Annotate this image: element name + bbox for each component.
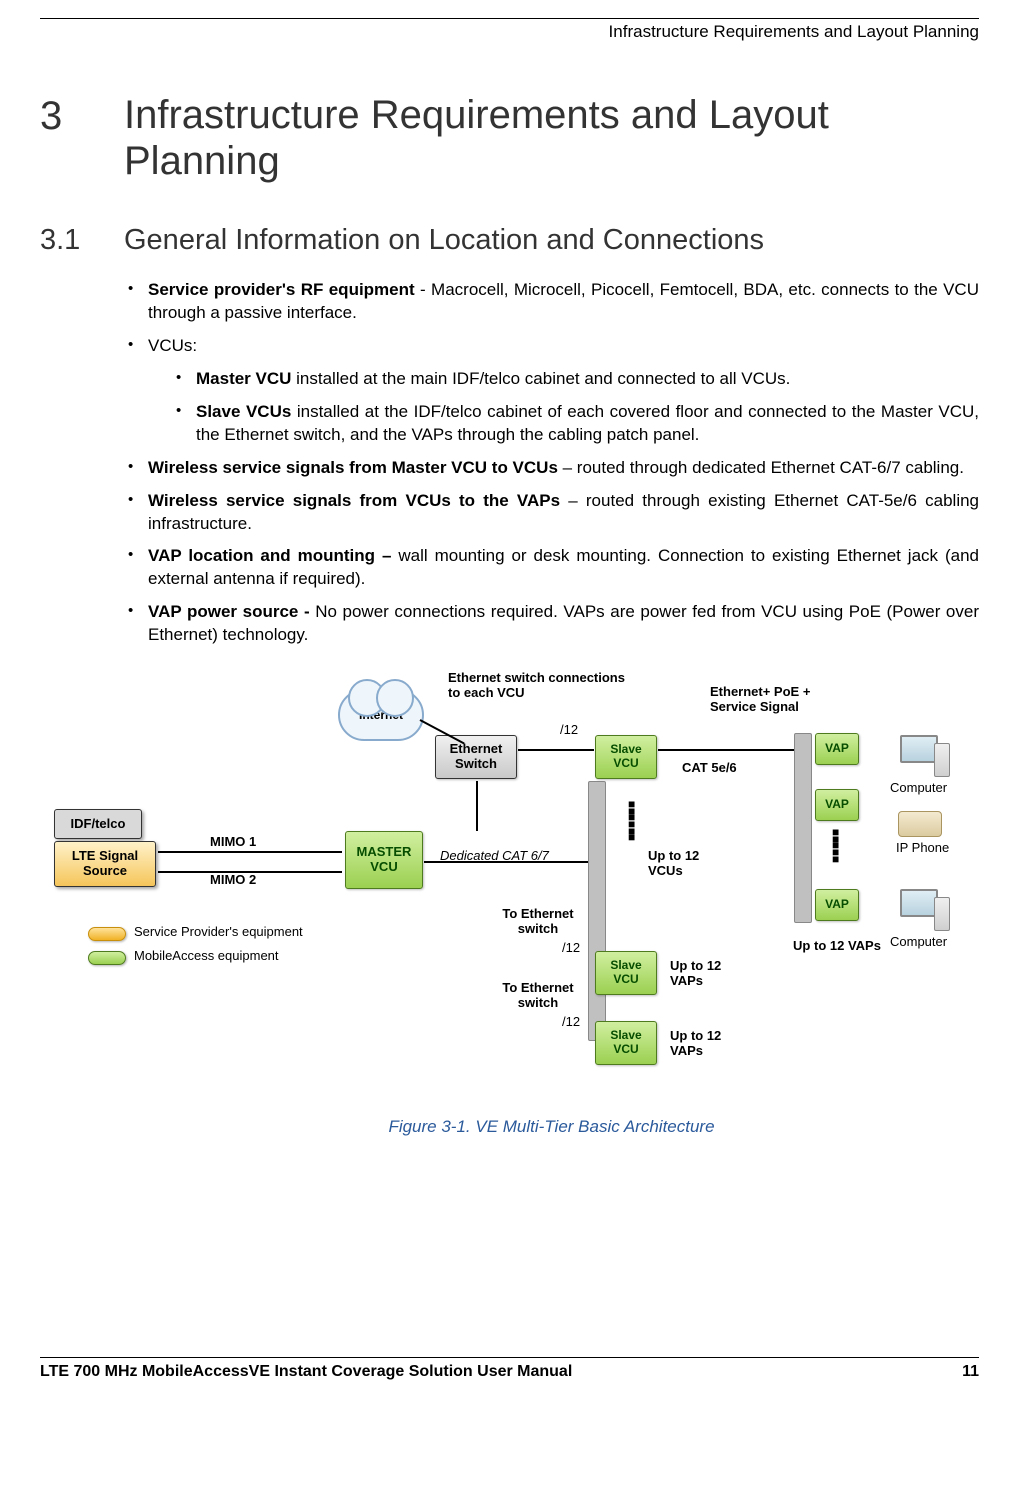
computer-icon: [894, 735, 944, 779]
vertical-dots-icon: ■■■■■■: [628, 801, 635, 841]
chapter-heading: 3 Infrastructure Requirements and Layout…: [40, 92, 979, 184]
vertical-dots-icon: ■■■■■: [832, 829, 839, 862]
to-eth-label: To Ethernet switch: [488, 981, 588, 1011]
connector-line: [424, 861, 590, 863]
bullet-bold: VAP power source -: [148, 602, 310, 621]
port-label: /12: [560, 723, 578, 738]
legend-pill-icon: [88, 927, 126, 941]
vap-label: VAP: [825, 742, 849, 756]
bus-bar-icon: [588, 781, 606, 1041]
bullet-text: VCUs:: [148, 336, 197, 355]
vap-box: VAP: [815, 733, 859, 765]
slave-vcu-box: Slave VCU: [595, 951, 657, 995]
upto12vcus-label: Up to 12 VCUs: [648, 849, 718, 879]
vap-label: VAP: [825, 798, 849, 812]
slave-vcu-box: Slave VCU: [595, 735, 657, 779]
computer-icon: [894, 889, 944, 933]
ethernet-switch-label: Ethernet Switch: [436, 742, 516, 772]
slave-vcu-label: Slave VCU: [596, 743, 656, 771]
legend-pill-icon: [88, 951, 126, 965]
computer-label: Computer: [890, 781, 947, 796]
ip-phone-label: IP Phone: [896, 841, 949, 856]
bullet-bold: Wireless service signals from Master VCU…: [148, 458, 558, 477]
upto12vaps-label: Up to 12 VAPs: [782, 939, 892, 954]
section-title: General Information on Location and Conn…: [124, 224, 764, 257]
list-item: VAP location and mounting – wall mountin…: [124, 545, 979, 591]
list-item: Service provider's RF equipment - Macroc…: [124, 279, 979, 325]
ip-phone-icon: [898, 811, 942, 837]
bullet-rest: installed at the IDF/telco cabinet of ea…: [196, 402, 979, 444]
connector-line: [518, 749, 594, 751]
figure-caption: Figure 3-1. VE Multi-Tier Basic Architec…: [124, 1117, 979, 1137]
eth-poe-label: Ethernet+ PoE + Service Signal: [710, 685, 850, 715]
master-vcu-label: MASTER VCU: [346, 845, 422, 875]
internet-label: Internet: [359, 708, 403, 722]
footer-manual-title: LTE 700 MHz MobileAccessVE Instant Cover…: [40, 1363, 572, 1381]
eth-switch-conn-label: Ethernet switch connections to each VCU: [448, 671, 638, 701]
connector-line: [658, 749, 808, 751]
bullet-list: Service provider's RF equipment - Macroc…: [124, 279, 979, 647]
list-item: Master VCU installed at the main IDF/tel…: [172, 368, 979, 391]
port-label: /12: [562, 941, 580, 956]
list-item: Wireless service signals from Master VCU…: [124, 457, 979, 480]
bullet-bold: Wireless service signals from VCUs to th…: [148, 491, 560, 510]
upto12vaps-label: Up to 12 VAPs: [670, 959, 750, 989]
list-item: VCUs: Master VCU installed at the main I…: [124, 335, 979, 447]
internet-cloud-icon: Internet: [338, 689, 424, 741]
bullet-bold: VAP location and mounting –: [148, 546, 391, 565]
nested-bullet-list: Master VCU installed at the main IDF/tel…: [148, 368, 979, 447]
to-eth-label: To Ethernet switch: [488, 907, 588, 937]
bullet-rest: installed at the main IDF/telco cabinet …: [291, 369, 790, 388]
lte-source-box: LTE Signal Source: [54, 841, 156, 887]
bullet-bold: Service provider's RF equipment: [148, 280, 415, 299]
connector-line: [158, 851, 342, 853]
legend-ma-label: MobileAccess equipment: [134, 949, 279, 964]
section-number: 3.1: [40, 224, 124, 257]
vap-box: VAP: [815, 789, 859, 821]
chapter-number: 3: [40, 92, 124, 139]
bullet-bold: Master VCU: [196, 369, 291, 388]
bullet-rest: – routed through dedicated Ethernet CAT-…: [558, 458, 964, 477]
idf-telco-label: IDF/telco: [71, 817, 126, 832]
list-item: Wireless service signals from VCUs to th…: [124, 490, 979, 536]
connector-line: [476, 781, 478, 831]
running-header: Infrastructure Requirements and Layout P…: [40, 19, 979, 48]
mimo2-label: MIMO 2: [210, 873, 256, 888]
legend-sp-label: Service Provider's equipment: [134, 925, 303, 940]
bus-bar-icon: [794, 733, 812, 923]
bullet-bold: Slave VCUs: [196, 402, 291, 421]
page-footer: LTE 700 MHz MobileAccessVE Instant Cover…: [40, 1358, 979, 1399]
slave-vcu-box: Slave VCU: [595, 1021, 657, 1065]
section-heading: 3.1 General Information on Location and …: [40, 224, 979, 257]
slave-vcu-label: Slave VCU: [596, 1029, 656, 1057]
master-vcu-box: MASTER VCU: [345, 831, 423, 889]
vap-box: VAP: [815, 889, 859, 921]
upto12vaps-label: Up to 12 VAPs: [670, 1029, 750, 1059]
footer-page-number: 11: [962, 1363, 979, 1381]
computer-label: Computer: [890, 935, 947, 950]
list-item: Slave VCUs installed at the IDF/telco ca…: [172, 401, 979, 447]
ethernet-switch-box: Ethernet Switch: [435, 735, 517, 779]
lte-source-label: LTE Signal Source: [55, 849, 155, 879]
vap-label: VAP: [825, 898, 849, 912]
list-item: VAP power source - No power connections …: [124, 601, 979, 647]
chapter-title: Infrastructure Requirements and Layout P…: [124, 92, 979, 184]
cat56-label: CAT 5e/6: [682, 761, 737, 776]
architecture-diagram: Internet Ethernet switch connections to …: [70, 671, 1000, 1101]
idf-telco-box: IDF/telco: [54, 809, 142, 839]
slave-vcu-label: Slave VCU: [596, 959, 656, 987]
port-label: /12: [562, 1015, 580, 1030]
mimo1-label: MIMO 1: [210, 835, 256, 850]
